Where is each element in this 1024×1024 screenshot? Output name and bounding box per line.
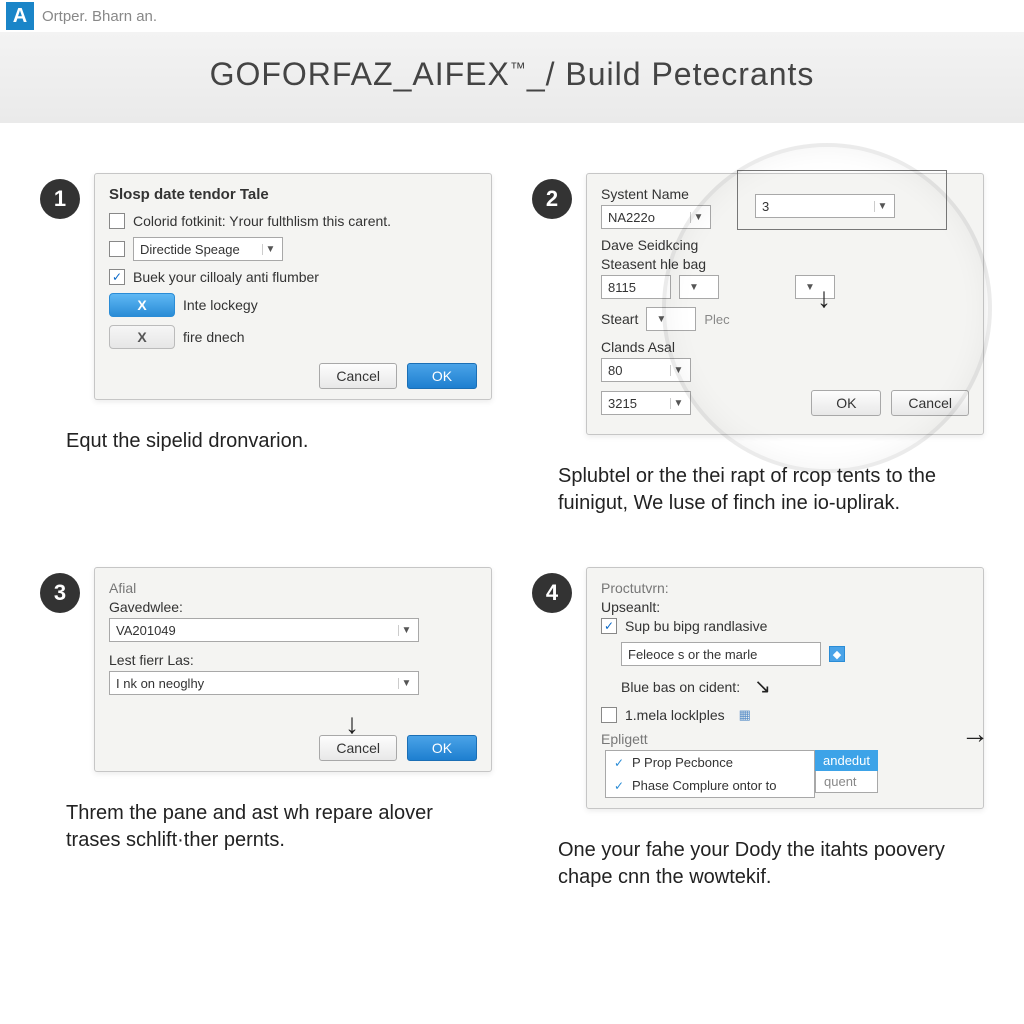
step-4-caption: One your fahe your Dody the itahts poove… (532, 837, 984, 891)
cancel-button[interactable]: Cancel (319, 363, 397, 389)
step-number-4: 4 (532, 573, 572, 613)
chevron-down-icon: ▼ (690, 212, 706, 223)
cancel-button[interactable]: Cancel (891, 390, 969, 416)
ok-button[interactable]: OK (811, 390, 881, 416)
highlighted-cell[interactable]: andedut (815, 750, 878, 771)
select-sysname[interactable]: NA222o ▼ (601, 205, 711, 229)
lookup-icon[interactable]: ◆ (829, 646, 845, 662)
option-prop[interactable]: ✓P Prop Pecbonce (606, 751, 814, 774)
arrow-left-icon: ↘ (754, 674, 771, 699)
dialog-1: Slosp date tendor Tale Colorid fotkinit:… (94, 173, 492, 400)
banner: GOFORFAZ_AIFEX™_/ Build Petecrants (0, 32, 1024, 123)
dialog-2: Systent Name NA222o ▼ Dave Seidkcing Ste… (586, 173, 984, 435)
info-icon: ▦ (739, 707, 751, 723)
dialog-4: Proctutvrn: Upseanlt: Sup bu bipg randla… (586, 567, 984, 809)
hint-plec: Plec (704, 312, 729, 327)
label-dave: Dave Seidkcing (601, 237, 969, 253)
select-gaved[interactable]: VA201049 ▼ (109, 618, 419, 642)
chevron-down-icon: ▼ (686, 282, 702, 293)
remove-dnech-button[interactable]: X (109, 325, 175, 349)
chevron-down-icon: ▼ (802, 282, 818, 293)
label-clands: Clands Asal (601, 339, 969, 355)
label-epligett: Epligett (601, 731, 969, 747)
select-gaved-value: VA201049 (116, 623, 392, 638)
step-3: 3 Afial Gavedwlee: VA201049 ▼ Lest fierr… (40, 567, 492, 891)
chevron-down-icon: ▼ (653, 314, 669, 325)
title-right: Build Petecrants (565, 56, 814, 92)
option-prop-label: P Prop Pecbonce (632, 755, 733, 770)
input-steasent[interactable]: 8115 (601, 275, 671, 299)
step-1-caption: Equt the sipelid dronvarion. (40, 428, 492, 455)
checkbox-sup[interactable] (601, 618, 617, 634)
app-logo-text: Ortper. Bharn an. (42, 8, 157, 25)
select-topright-value: 3 (762, 199, 868, 214)
select-lest[interactable]: I nk on neoglhy ▼ (109, 671, 419, 695)
step-4: 4 Proctutvrn: Upseanlt: Sup bu bipg rand… (532, 567, 984, 891)
select-steasent-unit[interactable]: ▼ (679, 275, 719, 299)
checkbox-mela-label: 1.mela locklples (625, 707, 725, 723)
page-title: GOFORFAZ_AIFEX™_/ Build Petecrants (0, 56, 1024, 93)
ok-button[interactable]: OK (407, 363, 477, 389)
label-gaved: Gavedwlee: (109, 599, 477, 615)
checkbox-colorid-label: Colorid fotkinit: Yrour fulthlism this c… (133, 213, 391, 229)
label-steart: Steart (601, 311, 638, 327)
label-blue: Blue bas on cident: (621, 679, 740, 695)
title-brand: AIFEX (412, 56, 509, 92)
label-upseanlt: Upseanlt: (601, 599, 969, 615)
step-3-caption: Threm the pane and ast wh repare alover … (40, 800, 492, 854)
select-bottom-value: 3215 (608, 396, 664, 411)
steps-grid: 1 Slosp date tendor Tale Colorid fotkini… (0, 123, 1024, 911)
step-number-2: 2 (532, 179, 572, 219)
chevron-down-icon: ▼ (670, 398, 686, 409)
chevron-down-icon: ▼ (262, 244, 278, 255)
title-left: GOFORFAZ (210, 56, 394, 92)
listbox-options[interactable]: ✓P Prop Pecbonce ✓Phase Complure ontor t… (605, 750, 815, 798)
select-topright[interactable]: 3 ▼ (755, 194, 895, 218)
topbar: A Ortper. Bharn an. (0, 0, 1024, 32)
checkbox-buek-label: Buek your cilloaly anti flumber (133, 269, 319, 285)
select-sysname-value: NA222o (608, 210, 684, 225)
checkbox-directide[interactable] (109, 241, 125, 257)
label-proc: Proctutvrn: (601, 580, 969, 596)
step-number-3: 3 (40, 573, 80, 613)
select-steasent-aux[interactable]: ▼ (795, 275, 835, 299)
chevron-down-icon: ▼ (874, 201, 890, 212)
checkbox-colorid[interactable] (109, 213, 125, 229)
option-phase-label: Phase Complure ontor to (632, 778, 777, 793)
label-afial: Afial (109, 580, 477, 596)
select-steart[interactable]: ▼ (646, 307, 696, 331)
checkbox-mela[interactable] (601, 707, 617, 723)
checkbox-buek[interactable] (109, 269, 125, 285)
input-feleoce[interactable]: Feleoce s or the marle (621, 642, 821, 666)
label-steasent: Steasent hle bag (601, 256, 969, 272)
select-clands-value: 80 (608, 363, 664, 378)
chevron-down-icon: ▼ (398, 678, 414, 689)
chevron-down-icon: ▼ (398, 625, 414, 636)
ok-button[interactable]: OK (407, 735, 477, 761)
select-clands[interactable]: 80 ▼ (601, 358, 691, 382)
dialog-3: Afial Gavedwlee: VA201049 ▼ Lest fierr L… (94, 567, 492, 772)
chevron-down-icon: ▼ (670, 365, 686, 376)
select-bottom[interactable]: 3215 ▼ (601, 391, 691, 415)
step-2-caption: Splubtel or the thei rapt of rcop tents … (532, 463, 984, 517)
remove-lockegy-label: Inte lockegy (183, 297, 258, 313)
dialog-1-title: Slosp date tendor Tale (109, 186, 477, 203)
step-number-1: 1 (40, 179, 80, 219)
remove-lockegy-button[interactable]: X (109, 293, 175, 317)
remove-dnech-label: fire dnech (183, 329, 244, 345)
option-phase[interactable]: ✓Phase Complure ontor to (606, 774, 814, 797)
input-steasent-value: 8115 (608, 280, 666, 295)
app-logo-icon: A (6, 2, 34, 30)
select-directide[interactable]: Directide Speage ▼ (133, 237, 283, 261)
hint-cell: quent (815, 771, 878, 793)
cancel-button[interactable]: Cancel (319, 735, 397, 761)
select-lest-value: I nk on neoglhy (116, 676, 392, 691)
input-feleoce-value: Feleoce s or the marle (628, 647, 816, 662)
label-lest: Lest fierr Las: (109, 652, 477, 668)
trademark: ™ (510, 60, 527, 77)
step-2: 2 Systent Name NA222o ▼ Dave Seidkcing S… (532, 173, 984, 517)
checkbox-sup-label: Sup bu bipg randlasive (625, 618, 767, 634)
select-directide-value: Directide Speage (140, 242, 256, 257)
step-1: 1 Slosp date tendor Tale Colorid fotkini… (40, 173, 492, 517)
